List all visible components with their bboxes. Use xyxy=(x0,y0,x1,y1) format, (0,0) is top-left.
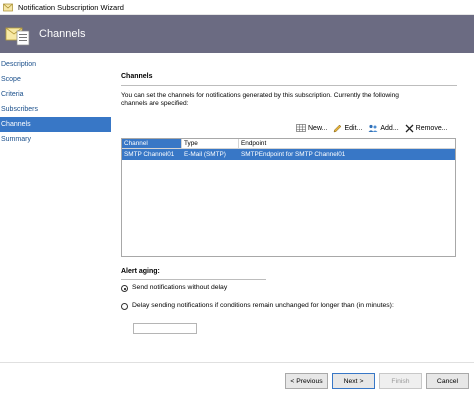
delay-minutes-input[interactable] xyxy=(133,323,197,334)
edit-button[interactable]: Edit... xyxy=(333,124,362,133)
new-button[interactable]: New... xyxy=(296,124,327,132)
footer-divider xyxy=(0,362,474,363)
nav-item-subscribers[interactable]: Subscribers xyxy=(0,102,111,117)
edit-button-label: Edit... xyxy=(344,124,363,132)
delay-label: Delay sending notifications if condition… xyxy=(132,302,394,309)
nav-item-summary[interactable]: Summary xyxy=(0,132,111,147)
page-header: Channels xyxy=(0,15,474,53)
delay-option[interactable]: Delay sending notifications if condition… xyxy=(121,302,401,310)
section-title: Channels xyxy=(121,73,153,80)
cancel-button[interactable]: Cancel xyxy=(426,373,469,389)
nav-item-scope[interactable]: Scope xyxy=(0,72,111,87)
nav-item-description[interactable]: Description xyxy=(0,57,111,72)
column-header-type[interactable]: Type xyxy=(182,139,239,148)
remove-button[interactable]: Remove... xyxy=(405,124,448,133)
wizard-nav: Description Scope Criteria Subscribers C… xyxy=(0,57,111,147)
nav-item-channels[interactable]: Channels xyxy=(0,117,111,132)
page-title: Channels xyxy=(39,28,86,40)
title-bar: Notification Subscription Wizard xyxy=(0,0,474,15)
column-header-channel[interactable]: Channel xyxy=(122,139,182,148)
column-header-endpoint[interactable]: Endpoint xyxy=(239,139,455,148)
remove-button-label: Remove... xyxy=(415,124,448,132)
no-delay-radio[interactable] xyxy=(121,285,128,292)
section-description: You can set the channels for notificatio… xyxy=(121,92,399,107)
pencil-icon xyxy=(334,124,342,132)
channel-toolbar: New... Edit... Add... Remove... xyxy=(296,122,448,134)
delay-radio[interactable] xyxy=(121,303,128,310)
channels-list[interactable]: Channel Type Endpoint SMTP Channel01 E-M… xyxy=(121,138,456,257)
add-button-label: Add... xyxy=(380,124,399,132)
new-button-label: New... xyxy=(308,124,328,132)
list-header: Channel Type Endpoint xyxy=(122,139,455,149)
no-delay-label: Send notifications without delay xyxy=(132,284,228,291)
add-users-icon xyxy=(368,124,378,132)
nav-item-criteria[interactable]: Criteria xyxy=(0,87,111,102)
window-title: Notification Subscription Wizard xyxy=(18,2,124,12)
finish-button[interactable]: Finish xyxy=(379,373,422,389)
next-button[interactable]: Next > xyxy=(332,373,375,389)
previous-button[interactable]: < Previous xyxy=(285,373,328,389)
new-grid-icon xyxy=(296,124,306,132)
no-delay-option[interactable]: Send notifications without delay xyxy=(121,284,227,292)
cell-type: E-Mail (SMTP) xyxy=(184,151,226,158)
envelope-list-icon xyxy=(5,27,30,46)
cell-endpoint: SMTPEndpoint for SMTP Channel01 xyxy=(241,151,346,158)
alert-aging-title: Alert aging: xyxy=(121,268,160,275)
cell-channel: SMTP Channel01 xyxy=(124,151,175,158)
alert-aging-divider xyxy=(121,279,266,280)
section-divider xyxy=(121,85,457,86)
wizard-app-icon xyxy=(3,3,13,11)
remove-x-icon xyxy=(405,124,414,132)
add-button[interactable]: Add... xyxy=(368,124,399,133)
table-row[interactable]: SMTP Channel01 E-Mail (SMTP) SMTPEndpoin… xyxy=(122,149,455,160)
